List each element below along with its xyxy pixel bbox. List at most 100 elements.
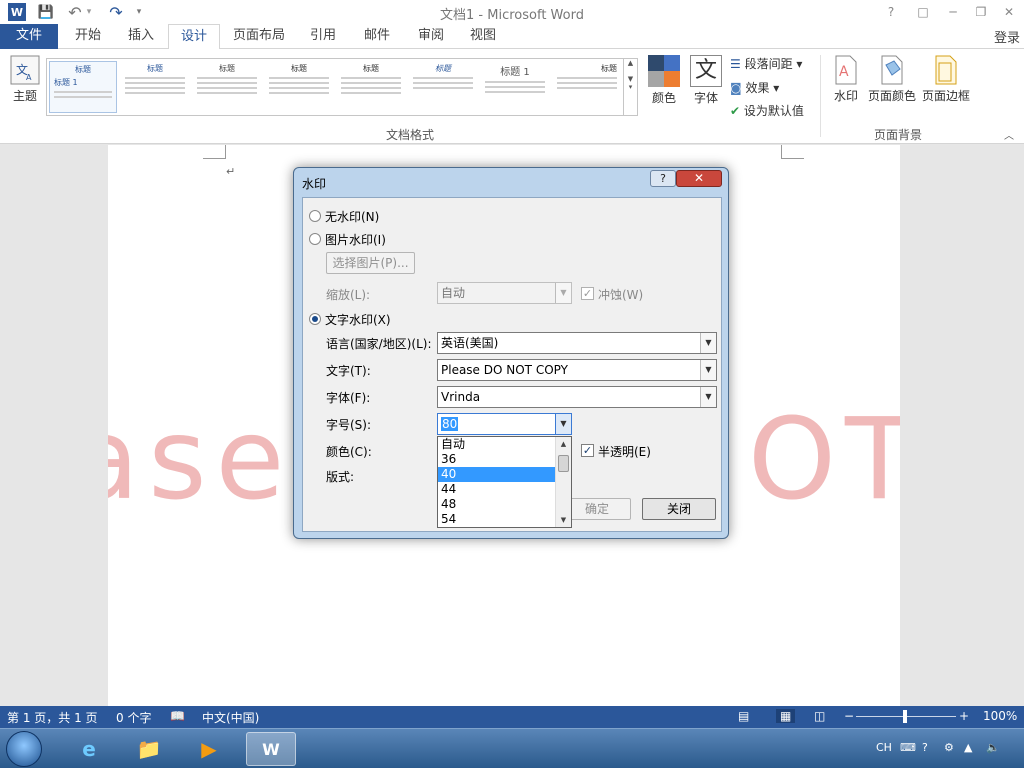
- semitransparent-checkbox[interactable]: ✓: [581, 444, 594, 457]
- font-select[interactable]: Vrinda ▼: [437, 386, 717, 408]
- dialog-body: 无水印(N) 图片水印(I) 选择图片(P)... 缩放(L): 自动 ▼ ✓ 冲…: [302, 197, 722, 532]
- window-title: 文档1 - Microsoft Word: [440, 8, 584, 23]
- tab-insert[interactable]: 插入: [116, 24, 166, 49]
- picture-watermark-label[interactable]: 图片水印(I): [325, 231, 386, 248]
- page-borders-button[interactable]: 页面边框: [920, 55, 972, 104]
- scale-select[interactable]: 自动 ▼: [437, 282, 572, 304]
- media-player-icon[interactable]: ▶: [184, 732, 234, 766]
- sign-in-link[interactable]: 登录: [994, 27, 1020, 46]
- no-watermark-label[interactable]: 无水印(N): [325, 208, 379, 225]
- text-watermark-radio[interactable]: [309, 313, 321, 325]
- style-set-item[interactable]: 标题 标题 1: [49, 61, 117, 113]
- tab-home[interactable]: 开始: [62, 24, 114, 49]
- proofing-icon[interactable]: 📖: [170, 709, 185, 723]
- watermark-label: 水印: [833, 89, 858, 103]
- tab-design[interactable]: 设计: [168, 24, 220, 50]
- fonts-button[interactable]: 文 字体: [688, 55, 724, 106]
- word-count[interactable]: 0 个字: [116, 709, 151, 726]
- style-set-item[interactable]: 标题: [409, 61, 477, 113]
- svg-text:A: A: [26, 73, 32, 82]
- size-option[interactable]: 36: [438, 452, 556, 467]
- tab-mailings[interactable]: 邮件: [352, 24, 402, 49]
- style-set-item[interactable]: 标题: [553, 61, 621, 113]
- zoom-in-button[interactable]: +: [959, 709, 969, 723]
- themes-label: 主题: [12, 89, 37, 103]
- watermark-button[interactable]: A 水印: [830, 55, 862, 104]
- style-set-item[interactable]: 标题: [121, 61, 189, 113]
- ribbon-display-icon[interactable]: □: [912, 3, 934, 21]
- collapse-ribbon-icon[interactable]: ︿: [1004, 127, 1014, 142]
- watermark-text-input[interactable]: Please DO NOT COPY ▼: [437, 359, 717, 381]
- no-watermark-radio[interactable]: [309, 210, 321, 222]
- colors-button[interactable]: 颜色: [646, 55, 682, 106]
- tab-references[interactable]: 引用: [298, 24, 348, 49]
- close-icon[interactable]: ✕: [998, 3, 1020, 21]
- effects-button[interactable]: ◙ 效果 ▾: [730, 79, 779, 96]
- scale-label: 缩放(L):: [326, 288, 371, 302]
- keyboard-icon[interactable]: ⌨: [900, 741, 916, 754]
- zoom-out-button[interactable]: −: [844, 709, 854, 723]
- start-button[interactable]: [6, 731, 42, 767]
- chevron-down-icon: ▼: [555, 283, 571, 303]
- tab-review[interactable]: 审阅: [406, 24, 456, 49]
- input-language[interactable]: CH: [876, 741, 892, 754]
- settings-tray-icon[interactable]: ⚙: [944, 741, 954, 754]
- tab-file[interactable]: 文件: [0, 24, 58, 49]
- text-watermark-label[interactable]: 文字水印(X): [325, 311, 391, 328]
- page-color-button[interactable]: 页面颜色: [866, 55, 918, 104]
- scroll-down-icon[interactable]: ▼: [556, 513, 571, 527]
- help-icon[interactable]: ?: [880, 3, 902, 21]
- volume-icon[interactable]: 🔈: [986, 741, 1000, 754]
- dropdown-scrollbar[interactable]: ▲ ▼: [555, 437, 571, 527]
- style-set-gallery: 标题 标题 1 标题 标题 标题 标题 标题 标题 1 标题 ▲ ▼ ▾: [46, 58, 638, 116]
- chevron-down-icon: ▼: [700, 387, 716, 407]
- style-set-item[interactable]: 标题: [265, 61, 333, 113]
- help-tray-icon[interactable]: ?: [922, 741, 928, 754]
- picture-watermark-radio[interactable]: [309, 233, 321, 245]
- close-button[interactable]: 关闭: [642, 498, 716, 520]
- style-set-item[interactable]: 标题: [337, 61, 405, 113]
- size-option[interactable]: 54: [438, 512, 556, 527]
- dialog-close-button[interactable]: ✕: [676, 170, 722, 187]
- language-status[interactable]: 中文(中国): [202, 709, 259, 726]
- scroll-thumb[interactable]: [558, 455, 569, 472]
- print-layout-icon[interactable]: ▦: [776, 709, 796, 723]
- size-option[interactable]: 48: [438, 497, 556, 512]
- themes-button[interactable]: 文A 主题: [6, 55, 44, 104]
- gallery-scroll[interactable]: ▲ ▼ ▾: [623, 59, 637, 115]
- size-option-selected[interactable]: 40: [438, 467, 556, 482]
- size-option[interactable]: 自动: [438, 437, 556, 452]
- style-set-item[interactable]: 标题 1: [481, 61, 549, 113]
- tab-view[interactable]: 视图: [458, 24, 508, 49]
- file-explorer-icon[interactable]: 📁: [124, 732, 174, 766]
- zoom-slider-thumb[interactable]: [903, 710, 907, 723]
- fonts-icon: 文: [690, 55, 722, 87]
- scroll-up-icon[interactable]: ▲: [556, 437, 571, 451]
- ribbon-design: 文A 主题 标题 标题 1 标题 标题 标题 标题 标题 标题 1 标题 ▲ ▼ ▾ …: [0, 49, 1024, 144]
- themes-icon: 文A: [10, 55, 40, 85]
- tray-overflow-icon[interactable]: ▲: [964, 741, 972, 754]
- page-count[interactable]: 第 1 页，共 1 页: [7, 709, 98, 726]
- dialog-help-button[interactable]: ?: [650, 170, 676, 187]
- page-borders-label: 页面边框: [921, 89, 970, 103]
- word-taskbar-icon[interactable]: W: [246, 732, 296, 766]
- ok-button[interactable]: 确定: [563, 498, 631, 520]
- paragraph-spacing-button[interactable]: ☰ 段落间距 ▾: [730, 55, 802, 72]
- select-picture-button[interactable]: 选择图片(P)...: [326, 252, 415, 274]
- washout-checkbox[interactable]: ✓: [581, 287, 594, 300]
- taskbar: e 📁 ▶ W CH ⌨ ? ⚙ ▲ 🔈: [0, 728, 1024, 768]
- maximize-icon[interactable]: ❐: [970, 3, 992, 21]
- internet-explorer-icon[interactable]: e: [64, 732, 114, 766]
- size-option[interactable]: 44: [438, 482, 556, 497]
- colors-icon: [648, 55, 680, 87]
- language-select[interactable]: 英语(美国) ▼: [437, 332, 717, 354]
- minimize-icon[interactable]: ─: [942, 3, 964, 21]
- tab-layout[interactable]: 页面布局: [224, 24, 294, 49]
- zoom-level[interactable]: 100%: [983, 709, 1017, 723]
- web-layout-icon[interactable]: ◫: [814, 709, 825, 723]
- style-set-item[interactable]: 标题: [193, 61, 261, 113]
- set-default-button[interactable]: ✔ 设为默认值: [730, 102, 804, 119]
- font-label: 字体(F):: [326, 391, 371, 405]
- read-mode-icon[interactable]: ▤: [738, 709, 749, 723]
- size-select[interactable]: 80 ▼: [437, 413, 572, 435]
